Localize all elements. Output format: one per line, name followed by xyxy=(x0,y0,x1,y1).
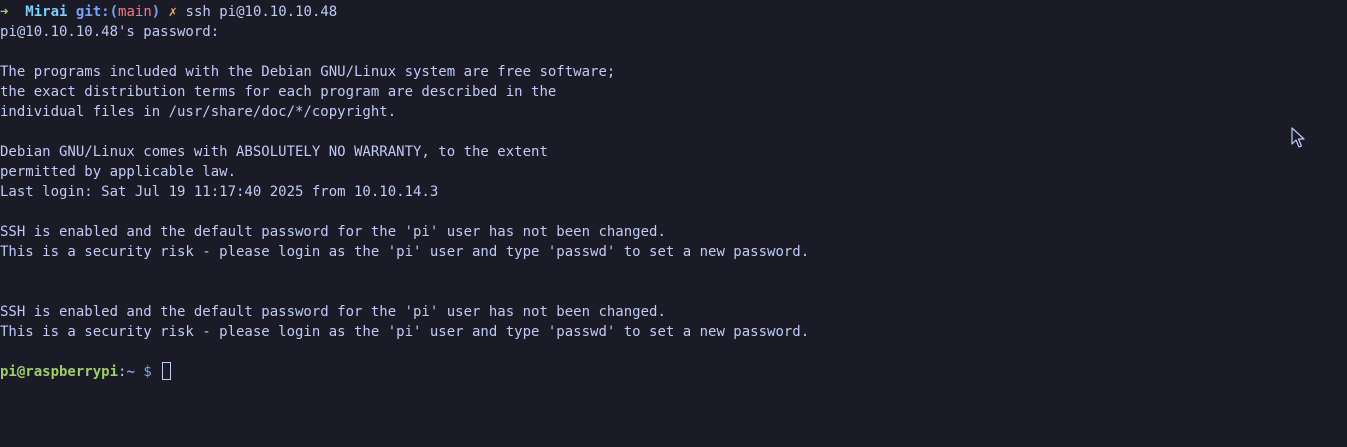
remote-prompt-line[interactable]: pi@raspberrypi:~ $ xyxy=(0,362,1347,382)
prompt-git-label: git:( xyxy=(75,4,119,20)
prompt-arrow-icon: ➜ xyxy=(0,4,9,20)
output-line: pi@10.10.10.48's password: xyxy=(0,24,220,40)
terminal-output: pi@10.10.10.48's password: The programs i… xyxy=(0,22,1347,362)
output-line: the exact distribution terms for each pr… xyxy=(0,84,557,100)
prompt-command: ssh pi@10.10.10.48 xyxy=(185,4,338,20)
prompt-directory: Mirai xyxy=(25,4,68,20)
remote-prompt-path: ~ xyxy=(126,364,135,380)
text-cursor[interactable] xyxy=(162,362,172,380)
output-line: The programs included with the Debian GN… xyxy=(0,64,616,80)
output-line: Debian GNU/Linux comes with ABSOLUTELY N… xyxy=(0,144,548,160)
output-line: SSH is enabled and the default password … xyxy=(0,224,666,240)
git-dirty-icon: ✗ xyxy=(168,4,178,20)
prompt-git-close: ) xyxy=(151,4,161,20)
output-line: permitted by applicable law. xyxy=(0,164,237,180)
local-prompt-line: ➜ Mirai git:(main) ✗ ssh pi@10.10.10.48 xyxy=(0,2,1347,22)
output-line: Last login: Sat Jul 19 11:17:40 2025 fro… xyxy=(0,184,439,200)
terminal-window[interactable]: ➜ Mirai git:(main) ✗ ssh pi@10.10.10.48 … xyxy=(0,0,1347,447)
output-line: This is a security risk - please login a… xyxy=(0,324,810,340)
prompt-git-branch: main xyxy=(118,4,152,20)
output-line: SSH is enabled and the default password … xyxy=(0,304,666,320)
mouse-pointer-icon xyxy=(1291,127,1305,148)
remote-prompt-user-host: pi@raspberrypi xyxy=(0,364,119,380)
remote-prompt-symbol: $ xyxy=(143,364,152,380)
output-line: individual files in /usr/share/doc/*/cop… xyxy=(0,104,397,120)
output-line: This is a security risk - please login a… xyxy=(0,244,810,260)
